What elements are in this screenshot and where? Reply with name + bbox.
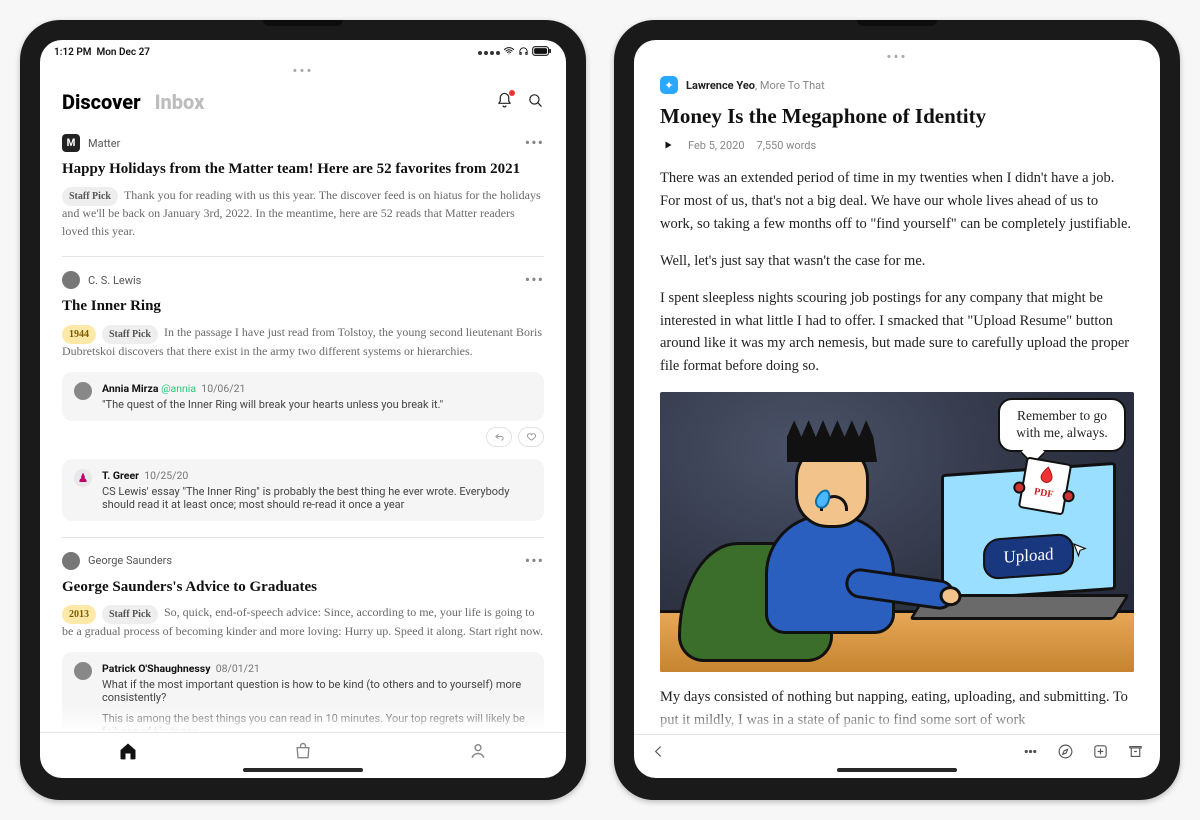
cursor-icon	[1071, 541, 1089, 568]
archive-icon	[1127, 743, 1144, 760]
wifi-icon	[503, 45, 515, 60]
notifications-button[interactable]	[496, 92, 513, 113]
article-excerpt: 1944 Staff Pick In the passage I have ju…	[62, 323, 544, 360]
article-title: George Saunders's Advice to Graduates	[62, 578, 544, 598]
search-icon	[527, 92, 544, 109]
window-menu-icon[interactable]: •••	[634, 40, 1160, 66]
search-button[interactable]	[527, 92, 544, 113]
tab-discover[interactable]: Discover	[62, 90, 141, 114]
library-tab[interactable]	[293, 741, 313, 765]
person-icon	[468, 741, 488, 761]
speech-bubble: Remember to go with me, always.	[998, 398, 1126, 452]
source-avatar: M	[62, 134, 80, 152]
status-time: 1:12 PM	[54, 47, 92, 58]
ipad-left: 1:12 PM Mon Dec 27 ••• Discover Inbox	[20, 20, 586, 800]
reply-avatar	[74, 662, 92, 680]
article-card[interactable]: M Matter ••• Happy Holidays from the Mat…	[62, 120, 544, 257]
more-button[interactable]	[1022, 743, 1039, 764]
ipad-right: ••• ✦ Lawrence Yeo, More To That Money I…	[614, 20, 1180, 800]
card-menu-icon[interactable]: •••	[525, 553, 544, 569]
staff-pick-chip: Staff Pick	[102, 605, 158, 624]
highlight-reply[interactable]: ♟ T. Greer 10/25/20 CS Lewis' essay "The…	[62, 459, 544, 521]
explore-button[interactable]	[1057, 743, 1074, 764]
window-menu-icon[interactable]: •••	[40, 60, 566, 80]
year-chip: 2013	[62, 605, 96, 624]
source-avatar	[62, 271, 80, 289]
home-indicator[interactable]	[837, 768, 957, 772]
source-name: C. S. Lewis	[88, 274, 141, 287]
battery-icon	[532, 46, 552, 59]
add-button[interactable]	[1092, 743, 1109, 764]
publication-name: More To That	[760, 79, 825, 92]
word-count: 7,550 words	[757, 139, 817, 152]
notification-badge	[509, 90, 515, 96]
heart-icon	[526, 431, 537, 442]
plus-square-icon	[1092, 743, 1109, 760]
staff-pick-chip: Staff Pick	[62, 187, 118, 206]
archive-button[interactable]	[1127, 743, 1144, 764]
play-icon	[662, 139, 674, 151]
status-bar: 1:12 PM Mon Dec 27	[40, 40, 566, 60]
pin-icon: ♟	[74, 469, 92, 487]
source-name: George Saunders	[88, 554, 172, 567]
card-menu-icon[interactable]: •••	[525, 272, 544, 288]
article-title: The Inner Ring	[62, 297, 544, 317]
staff-pick-chip: Staff Pick	[102, 325, 158, 344]
article-headline: Money Is the Megaphone of Identity	[660, 104, 1134, 129]
highlight-reply[interactable]: Patrick O'Shaughnessy 08/01/21 What if t…	[62, 652, 544, 732]
more-icon	[1022, 743, 1039, 760]
author-name: Lawrence Yeo	[686, 79, 755, 92]
like-button[interactable]	[518, 427, 544, 447]
source-avatar	[62, 552, 80, 570]
publication-icon: ✦	[660, 76, 678, 94]
home-indicator[interactable]	[243, 768, 363, 772]
discover-feed[interactable]: M Matter ••• Happy Holidays from the Mat…	[40, 120, 566, 732]
article-excerpt: 2013 Staff Pick So, quick, end-of-speech…	[62, 603, 544, 640]
highlight-reply[interactable]: Annia Mirza @annia 10/06/21 "The quest o…	[62, 372, 544, 421]
status-date: Mon Dec 27	[97, 47, 151, 58]
card-menu-icon[interactable]: •••	[525, 135, 544, 151]
article-card[interactable]: George Saunders ••• George Saunders's Ad…	[62, 538, 544, 733]
article-body: There was an extended period of time in …	[660, 167, 1134, 732]
back-button[interactable]	[650, 743, 667, 764]
article-reader[interactable]: ✦ Lawrence Yeo, More To That Money Is th…	[634, 66, 1160, 734]
bag-icon	[293, 741, 313, 761]
home-tab[interactable]	[118, 741, 138, 765]
tab-inbox[interactable]: Inbox	[155, 90, 205, 114]
cellular-icon	[478, 51, 500, 55]
article-card[interactable]: C. S. Lewis ••• The Inner Ring 1944 Staf…	[62, 257, 544, 537]
chevron-left-icon	[650, 743, 667, 760]
reply-avatar	[74, 382, 92, 400]
headphones-icon	[518, 46, 529, 60]
reply-icon	[494, 431, 505, 442]
publish-date: Feb 5, 2020	[688, 139, 745, 152]
reply-button[interactable]	[486, 427, 512, 447]
pdf-character: PDF	[1018, 457, 1072, 516]
article-illustration: Remember to go with me, always. Upload	[660, 392, 1134, 672]
year-chip: 1944	[62, 325, 96, 344]
compass-icon	[1057, 743, 1074, 760]
home-icon	[118, 741, 138, 761]
source-name: Matter	[88, 137, 120, 150]
upload-button-graphic: Upload	[983, 533, 1073, 580]
profile-tab[interactable]	[468, 741, 488, 765]
play-audio-button[interactable]	[660, 137, 676, 153]
article-title: Happy Holidays from the Matter team! Her…	[62, 160, 544, 180]
article-excerpt: Staff PickThank you for reading with us …	[62, 186, 544, 241]
